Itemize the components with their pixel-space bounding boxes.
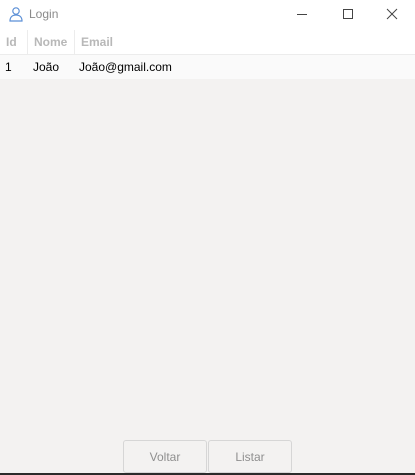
table-row[interactable]: 1 João João@gmail.com [0, 55, 415, 79]
maximize-icon [342, 8, 354, 23]
minimize-button[interactable] [279, 0, 325, 30]
close-icon [386, 8, 398, 23]
column-header-id[interactable]: Id [0, 30, 28, 54]
cell-id: 1 [5, 60, 12, 74]
table-header: Id Nome Email [0, 30, 415, 55]
users-table[interactable]: Id Nome Email 1 João João@gmail.com [0, 30, 415, 79]
window-title: Login [29, 7, 59, 21]
voltar-button[interactable]: Voltar [123, 440, 207, 473]
maximize-button[interactable] [325, 0, 371, 30]
column-header-email[interactable]: Email [75, 30, 415, 54]
cell-nome: João [33, 60, 60, 74]
listar-button[interactable]: Listar [208, 440, 292, 473]
column-header-nome[interactable]: Nome [28, 30, 75, 54]
close-button[interactable] [369, 0, 415, 30]
title-bar[interactable]: Login [0, 0, 415, 30]
minimize-icon [296, 8, 308, 23]
cell-email: João@gmail.com [79, 60, 172, 74]
user-icon [8, 6, 24, 22]
